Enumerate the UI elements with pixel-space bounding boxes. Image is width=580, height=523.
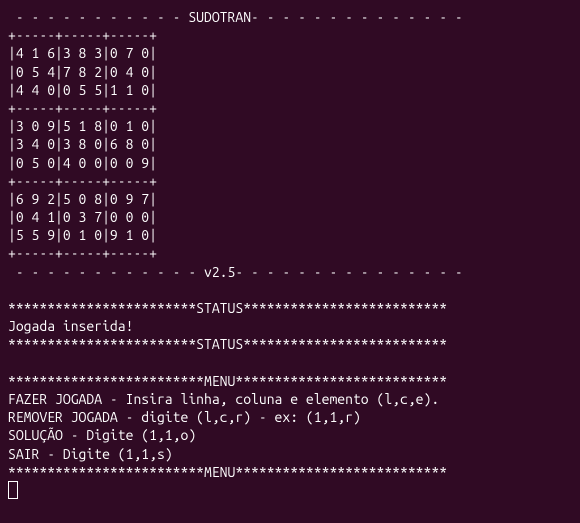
board-row: |0 4 1|0 3 7|0 0 0| [8,209,157,225]
menu-option: SOLUÇÃO - Digite (1,1,o) [8,427,196,443]
board-row: |0 5 4|7 8 2|0 4 0| [8,64,157,80]
menu-divider: *************************MENU***********… [8,373,447,389]
board-row: |3 0 9|5 1 8|0 1 0| [8,118,157,134]
board-border-bottom: +-----+-----+-----+ [8,245,157,261]
board-row: +-----+-----+-----+ [8,100,157,116]
board-row: |6 9 2|5 0 8|0 9 7| [8,191,157,207]
terminal-output: - - - - - - - - - - - SUDOTRAN- - - - - … [8,8,572,499]
terminal-cursor[interactable] [8,481,18,499]
menu-option: SAIR - Digite (1,1,s) [8,446,173,462]
version-line: - - - - - - - - - - - - v2.5- - - - - - … [8,264,471,280]
status-divider: ************************STATUS**********… [8,300,447,316]
board-row: |3 4 0|3 8 0|6 8 0| [8,136,157,152]
status-divider: ************************STATUS**********… [8,336,447,352]
title-line: - - - - - - - - - - - SUDOTRAN- - - - - … [8,9,471,25]
status-message: Jogada inserida! [8,318,133,334]
menu-option: REMOVER JOGADA - digite (l,c,r) - ex: (1… [8,409,361,425]
board-row: |5 5 9|0 1 0|9 1 0| [8,227,157,243]
menu-divider: *************************MENU***********… [8,464,447,480]
board-border-top: +-----+-----+-----+ [8,27,157,43]
board-row: |4 4 0|0 5 5|1 1 0| [8,82,157,98]
menu-option: FAZER JOGADA - Insira linha, coluna e el… [8,391,439,407]
board-row: |0 5 0|4 0 0|0 0 9| [8,155,157,171]
board-row: |4 1 6|3 8 3|0 7 0| [8,45,157,61]
board-row: +-----+-----+-----+ [8,173,157,189]
